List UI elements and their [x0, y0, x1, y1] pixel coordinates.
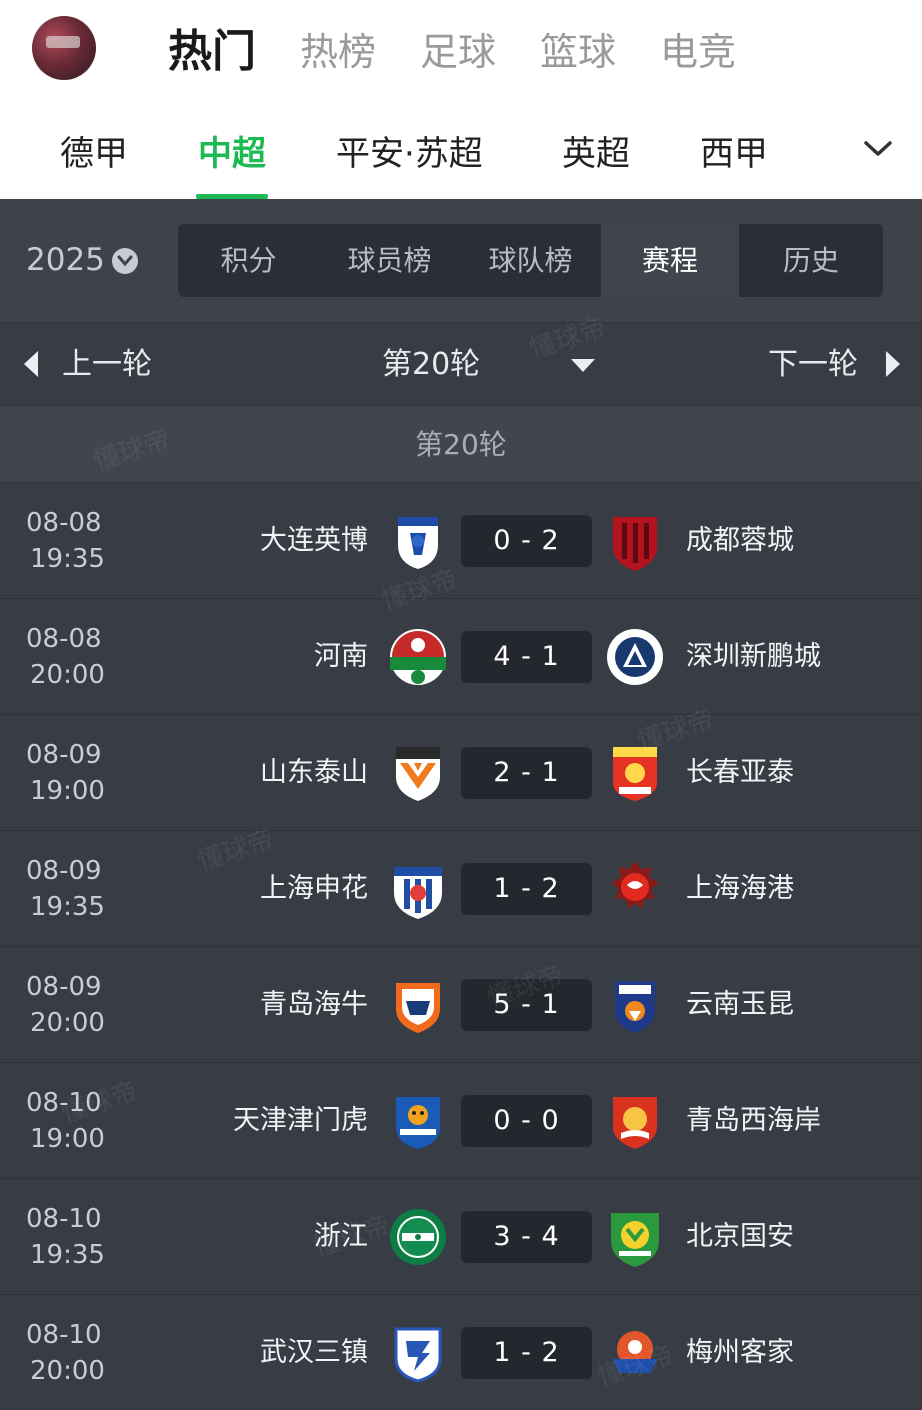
league-tab-csl[interactable]: 中超 [198, 132, 266, 176]
match-date: 08-10 [26, 1204, 102, 1234]
tab-football[interactable]: 足球 [420, 24, 496, 80]
home-team-name[interactable]: 河南 [314, 635, 368, 679]
prev-round-button[interactable]: 上一轮 [62, 343, 152, 387]
triangle-left-icon[interactable] [24, 351, 38, 377]
league-tab-premier-league[interactable]: 英超 [562, 132, 630, 176]
round-header-label: 第20轮 [415, 428, 507, 461]
away-team-badge-icon[interactable] [605, 1091, 665, 1151]
match-row[interactable]: 08-10 20:00 武汉三镇 1 - 2 梅州客家 [0, 1294, 922, 1410]
segment-player-rank[interactable]: 球员榜 [319, 224, 460, 297]
match-score[interactable]: 0 - 2 [461, 515, 592, 567]
home-team-badge-icon[interactable] [388, 511, 448, 571]
match-score[interactable]: 4 - 1 [461, 631, 592, 683]
away-team-name[interactable]: 云南玉昆 [686, 983, 794, 1027]
away-team-name[interactable]: 青岛西海岸 [686, 1099, 821, 1143]
match-row[interactable]: 08-10 19:00 天津津门虎 0 - 0 青岛西海岸 [0, 1062, 922, 1178]
home-team-name[interactable]: 大连英博 [260, 519, 368, 563]
tab-esports[interactable]: 电竞 [660, 24, 736, 80]
home-team-badge-icon[interactable] [388, 1207, 448, 1267]
home-team-name[interactable]: 青岛海牛 [260, 983, 368, 1027]
segment-team-rank[interactable]: 球队榜 [460, 224, 601, 297]
season-selector[interactable]: 2025 [26, 238, 105, 282]
match-score[interactable]: 3 - 4 [461, 1211, 592, 1263]
home-team-badge-icon[interactable] [388, 627, 448, 687]
away-team-badge-icon[interactable] [605, 627, 665, 687]
chevron-down-icon[interactable] [112, 248, 138, 274]
match-time: 20:00 [30, 1008, 105, 1038]
round-header: 第20轮 [0, 405, 922, 482]
match-time: 19:00 [30, 1124, 105, 1154]
match-score[interactable]: 0 - 0 [461, 1095, 592, 1147]
home-team-badge-icon[interactable] [388, 975, 448, 1035]
current-round-label[interactable]: 第20轮 [382, 343, 480, 387]
league-tabs: 德甲 中超 平安·苏超 英超 西甲 [0, 112, 922, 199]
match-row[interactable]: 08-08 20:00 河南 4 - 1 深圳新鹏城 [0, 598, 922, 714]
away-team-name[interactable]: 长春亚泰 [686, 751, 794, 795]
home-team-name[interactable]: 天津津门虎 [233, 1099, 368, 1143]
home-team-badge-icon[interactable] [388, 1091, 448, 1151]
home-team-name[interactable]: 上海申花 [260, 867, 368, 911]
segment-schedule[interactable]: 赛程 [601, 224, 739, 297]
home-team-badge-icon[interactable] [388, 743, 448, 803]
match-time: 19:35 [30, 544, 105, 574]
away-team-badge-icon[interactable] [605, 859, 665, 919]
away-team-name[interactable]: 成都蓉城 [686, 519, 794, 563]
match-score[interactable]: 5 - 1 [461, 979, 592, 1031]
home-team-name[interactable]: 武汉三镇 [260, 1331, 368, 1375]
top-tabs: 热门 热榜 足球 篮球 电竞 [168, 24, 780, 80]
tab-basketball[interactable]: 篮球 [540, 24, 616, 80]
app-header: 热门 热榜 足球 篮球 电竞 德甲 中超 平安·苏超 英超 西甲 [0, 0, 922, 199]
match-score[interactable]: 2 - 1 [461, 747, 592, 799]
match-row[interactable]: 08-08 19:35 大连英博 0 - 2 成都蓉城 [0, 482, 922, 598]
home-team-name[interactable]: 山东泰山 [260, 751, 368, 795]
match-time: 19:35 [30, 892, 105, 922]
away-team-badge-icon[interactable] [605, 1207, 665, 1267]
league-tab-su-super[interactable]: 平安·苏超 [336, 132, 483, 176]
match-date: 08-09 [26, 856, 102, 886]
match-date: 08-09 [26, 740, 102, 770]
home-team-badge-icon[interactable] [388, 1323, 448, 1383]
match-row[interactable]: 08-09 20:00 青岛海牛 5 - 1 云南玉昆 [0, 946, 922, 1062]
match-score[interactable]: 1 - 2 [461, 863, 592, 915]
match-time: 20:00 [30, 660, 105, 690]
match-time: 20:00 [30, 1356, 105, 1386]
home-team-badge-icon[interactable] [388, 859, 448, 919]
tab-trending[interactable]: 热榜 [300, 24, 376, 80]
match-score[interactable]: 1 - 2 [461, 1327, 592, 1379]
home-team-name[interactable]: 浙江 [314, 1215, 368, 1259]
away-team-name[interactable]: 深圳新鹏城 [686, 635, 821, 679]
away-team-name[interactable]: 北京国安 [686, 1215, 794, 1259]
segment-history[interactable]: 历史 [739, 224, 883, 297]
match-date: 08-08 [26, 624, 102, 654]
league-tab-la-liga[interactable]: 西甲 [700, 132, 768, 176]
triangle-down-icon[interactable] [571, 359, 595, 372]
chevron-down-icon[interactable] [862, 136, 894, 160]
away-team-badge-icon[interactable] [605, 975, 665, 1035]
league-tab-bundesliga[interactable]: 德甲 [60, 132, 128, 176]
away-team-name[interactable]: 梅州客家 [686, 1331, 794, 1375]
segment-control: 积分 球员榜 球队榜 赛程 历史 [178, 224, 883, 297]
match-date: 08-09 [26, 972, 102, 1002]
match-row[interactable]: 08-09 19:00 山东泰山 2 - 1 长春亚泰 [0, 714, 922, 830]
away-team-name[interactable]: 上海海港 [686, 867, 794, 911]
away-team-badge-icon[interactable] [605, 743, 665, 803]
match-time: 19:35 [30, 1240, 105, 1270]
match-row[interactable]: 08-09 19:35 上海申花 1 - 2 上海海港 [0, 830, 922, 946]
tab-hot[interactable]: 热门 [168, 24, 256, 80]
away-team-badge-icon[interactable] [605, 1323, 665, 1383]
away-team-badge-icon[interactable] [605, 511, 665, 571]
triangle-right-icon[interactable] [886, 351, 900, 377]
next-round-button[interactable]: 下一轮 [768, 343, 858, 387]
match-row[interactable]: 08-10 19:35 浙江 3 - 4 北京国安 [0, 1178, 922, 1294]
match-date: 08-08 [26, 508, 102, 538]
match-date: 08-10 [26, 1320, 102, 1350]
match-date: 08-10 [26, 1088, 102, 1118]
avatar[interactable] [32, 16, 96, 80]
segment-standings[interactable]: 积分 [178, 224, 319, 297]
match-time: 19:00 [30, 776, 105, 806]
round-nav: 上一轮 第20轮 下一轮 [0, 322, 922, 405]
